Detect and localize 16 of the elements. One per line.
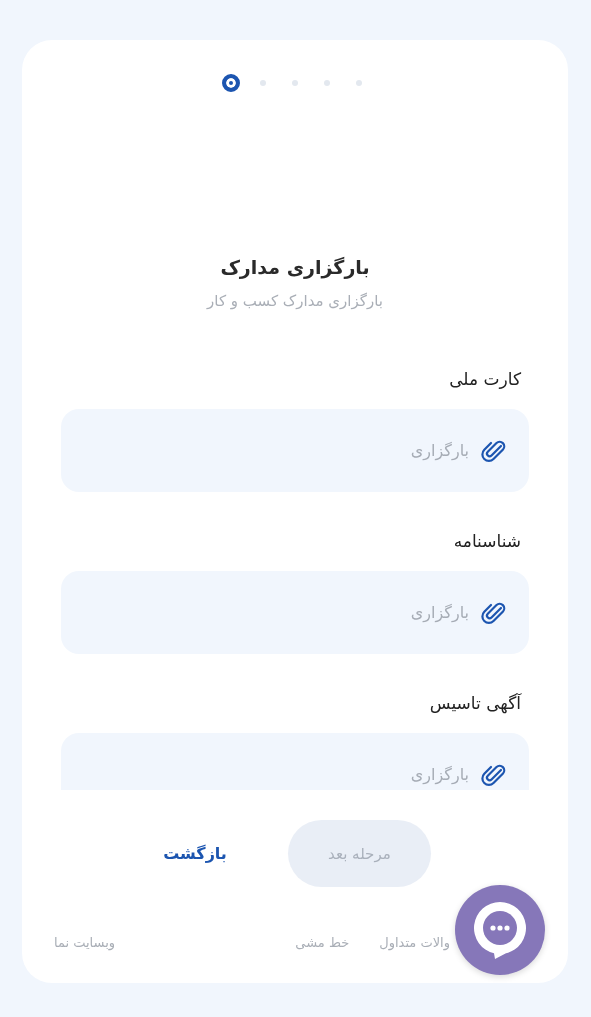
field-label: آگهی تاسیس <box>428 692 521 716</box>
page-subtitle: بارگزاری مدارک کسب و کار <box>205 291 384 312</box>
upload-field[interactable]: بارگزاری <box>61 409 529 492</box>
back-button[interactable]: بازگشت <box>163 844 227 863</box>
footer-link[interactable]: والات متداول <box>379 933 450 953</box>
website-link[interactable]: وبسایت نما <box>54 933 116 953</box>
field-label: شناسنامه <box>452 530 521 553</box>
upload-field[interactable]: بارگزاری <box>61 733 529 790</box>
upload-placeholder: بارگزاری <box>410 441 469 460</box>
footer-link[interactable]: خط مشی <box>295 933 350 953</box>
chat-icon <box>472 900 528 960</box>
upload-placeholder: بارگزاری <box>410 765 469 784</box>
upload-field[interactable]: بارگزاری <box>61 571 529 654</box>
field-label: کارت ملی <box>448 368 521 391</box>
page-title: بارگزاری مدارک <box>219 255 371 281</box>
upload-placeholder: بارگزاری <box>410 603 469 622</box>
